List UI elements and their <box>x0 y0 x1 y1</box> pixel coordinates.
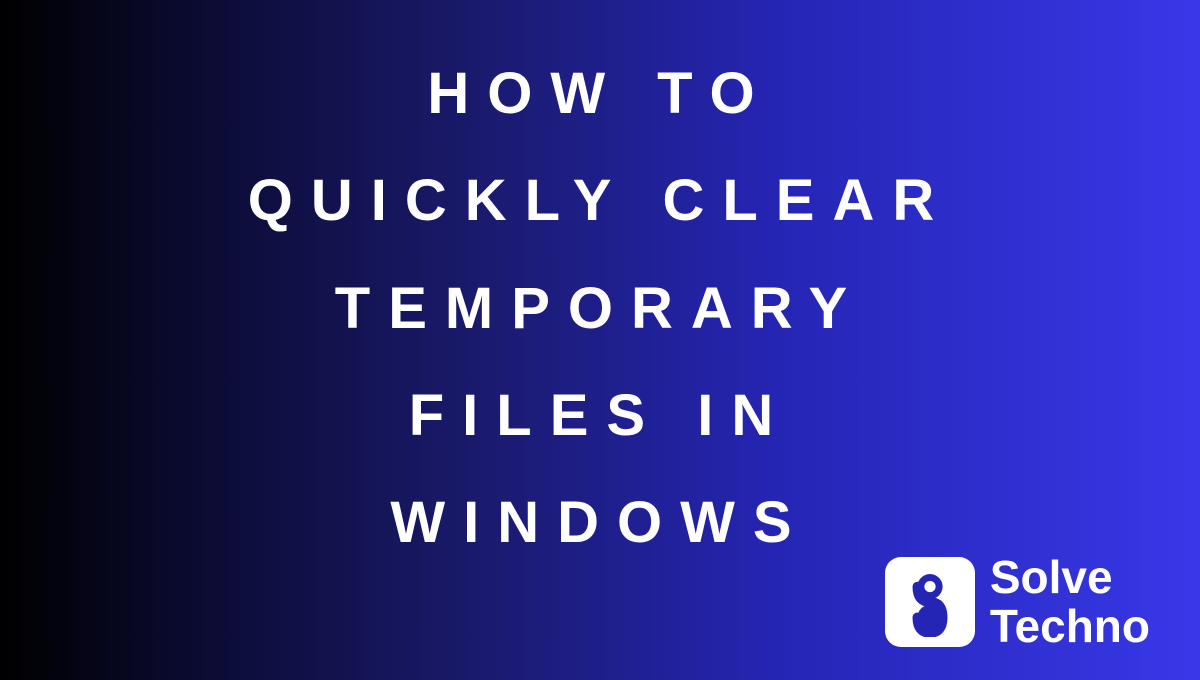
title-line-1: HOW TO <box>248 40 953 147</box>
title-line-5: WINDOWS <box>248 469 953 576</box>
title-line-2: QUICKLY CLEAR <box>248 147 953 254</box>
brand-logo: Solve Techno <box>885 553 1150 650</box>
brand-line-2: Techno <box>990 602 1150 650</box>
logo-icon <box>885 557 975 647</box>
brand-text: Solve Techno <box>990 553 1150 650</box>
title-line-4: FILES IN <box>248 362 953 469</box>
main-title: HOW TO QUICKLY CLEAR TEMPORARY FILES IN … <box>248 40 953 576</box>
brand-line-1: Solve <box>990 553 1150 601</box>
s-mark-icon <box>895 567 965 637</box>
title-line-3: TEMPORARY <box>248 255 953 362</box>
